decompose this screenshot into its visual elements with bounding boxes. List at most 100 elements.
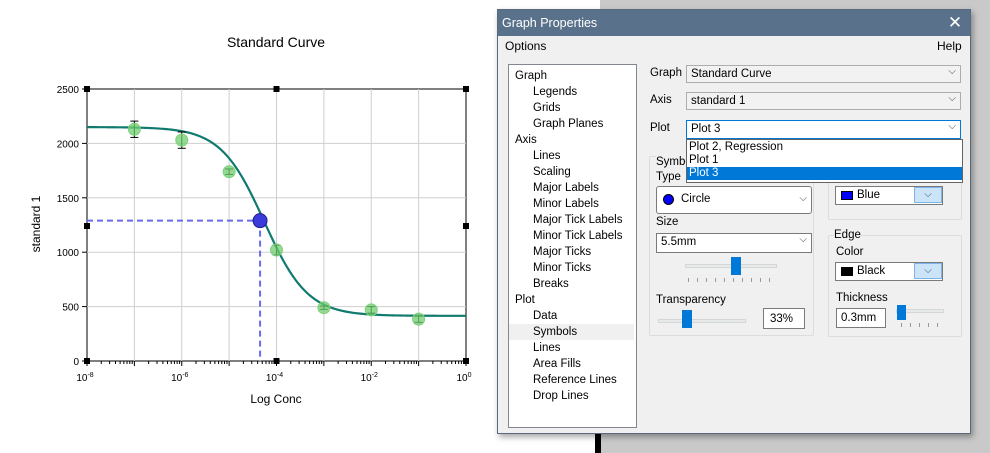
unknown-point xyxy=(252,213,268,229)
selection-handle xyxy=(84,223,90,229)
plot-option[interactable]: Plot 3 xyxy=(687,167,962,180)
data-point xyxy=(222,165,236,179)
tree-item-graph[interactable]: Graph xyxy=(515,68,547,84)
selection-handle xyxy=(273,86,280,92)
fill-color-select[interactable]: Blue ⌵ xyxy=(835,186,943,205)
tree-item-minor-ticks[interactable]: Minor Ticks xyxy=(533,260,591,276)
graph-select[interactable]: Standard Curve ⌵ xyxy=(686,65,961,83)
plot-label: Plot xyxy=(650,122,670,134)
data-point xyxy=(412,312,426,326)
x-tick-label: 10-4 xyxy=(266,372,283,384)
transparency-slider-track[interactable] xyxy=(658,319,746,323)
chevron-down-icon: ⌵ xyxy=(948,121,956,132)
chevron-down-icon: ⌵ xyxy=(948,93,956,104)
dialog-title: Graph Properties xyxy=(502,16,598,30)
x-tick-label: 10-2 xyxy=(361,372,378,384)
selection-handle xyxy=(84,358,90,364)
tree-item-major-labels[interactable]: Major Labels xyxy=(533,180,599,196)
type-label: Type xyxy=(656,171,681,183)
menu-options[interactable]: Options xyxy=(505,39,546,53)
tree-item-symbols[interactable]: Symbols xyxy=(509,324,634,340)
tree-item-minor-labels[interactable]: Minor Labels xyxy=(533,196,599,212)
plot-select[interactable]: Plot 3 ⌵ xyxy=(686,120,961,139)
edge-color-value: Black xyxy=(857,265,886,277)
thickness-value: 0.3mm xyxy=(841,312,877,324)
graph-label: Graph xyxy=(650,67,682,79)
plot-option[interactable]: Plot 2, Regression xyxy=(687,141,962,154)
tree-item-axis[interactable]: Axis xyxy=(515,132,537,148)
y-tick-label: 1500 xyxy=(57,194,80,205)
tree-item-area-fills[interactable]: Area Fills xyxy=(533,356,581,372)
chart-title: Standard Curve xyxy=(227,34,325,50)
size-slider-thumb[interactable] xyxy=(730,257,741,275)
tree-item-graph-planes[interactable]: Graph Planes xyxy=(533,116,603,132)
thickness-slider-thumb[interactable] xyxy=(897,305,906,320)
fill-color-value: Blue xyxy=(857,189,881,201)
transparency-input[interactable]: 33% xyxy=(763,308,805,329)
tree-item-lines[interactable]: Lines xyxy=(533,340,561,356)
graph-select-value: Standard Curve xyxy=(691,68,772,80)
y-tick-label: 1000 xyxy=(57,248,80,259)
y-tick-label: 2000 xyxy=(57,139,80,150)
tree-item-plot[interactable]: Plot xyxy=(515,292,535,308)
chevron-down-icon: ⌵ xyxy=(799,193,807,204)
tree-item-data[interactable]: Data xyxy=(533,308,557,324)
selection-handle xyxy=(463,223,469,229)
transparency-value: 33% xyxy=(770,313,794,325)
chevron-down-icon: ⌵ xyxy=(948,66,956,77)
size-label: Size xyxy=(656,216,679,228)
tree-item-drop-lines[interactable]: Drop Lines xyxy=(533,388,589,404)
axis-select-value: standard 1 xyxy=(691,95,746,107)
selection-handle xyxy=(463,86,469,92)
plot-layer: 0 500 1000 1500 2000 2500 10-8 10-6 10-4 10-2 100 xyxy=(57,85,472,384)
data-point xyxy=(317,301,331,315)
tree-item-lines[interactable]: Lines xyxy=(533,148,561,164)
symbol-type-select[interactable]: Circle ⌵ xyxy=(656,186,812,214)
x-tick-label: 100 xyxy=(456,372,471,384)
dialog-titlebar[interactable]: Graph Properties ✕ xyxy=(498,10,970,36)
close-button[interactable]: ✕ xyxy=(944,12,966,34)
size-slider-ticks xyxy=(688,278,778,282)
chevron-down-icon[interactable]: ⌵ xyxy=(914,187,942,203)
y-tick-label: 2500 xyxy=(57,85,80,96)
thickness-slider-ticks xyxy=(901,323,941,327)
edge-color-select[interactable]: Black ⌵ xyxy=(835,262,943,281)
tree-item-legends[interactable]: Legends xyxy=(533,84,577,100)
axis-label: Axis xyxy=(650,94,672,106)
edge-color-label: Color xyxy=(836,246,864,258)
tree-item-reference-lines[interactable]: Reference Lines xyxy=(533,372,617,388)
data-point xyxy=(270,243,283,257)
size-select[interactable]: 5.5mm ⌵ xyxy=(656,233,812,253)
tree-item-major-tick-labels[interactable]: Major Tick Labels xyxy=(533,212,622,228)
chevron-down-icon[interactable]: ⌵ xyxy=(914,263,942,279)
y-tick-label: 500 xyxy=(62,303,79,314)
x-tick-label: 10-6 xyxy=(171,372,188,384)
plot-select-value: Plot 3 xyxy=(691,123,721,135)
tree-item-minor-tick-labels[interactable]: Minor Tick Labels xyxy=(533,228,622,244)
y-axis-label: standard 1 xyxy=(29,195,43,252)
tree-item-breaks[interactable]: Breaks xyxy=(533,276,569,292)
menu-bar: Options Help xyxy=(498,36,970,56)
thickness-label: Thickness xyxy=(836,292,888,304)
plot-dropdown-list[interactable]: Plot 2, Regression Plot 1 Plot 3 xyxy=(686,139,963,183)
axis-select[interactable]: standard 1 ⌵ xyxy=(686,92,961,110)
symbol-type-value: Circle xyxy=(681,193,711,205)
data-point xyxy=(127,122,141,136)
menu-help[interactable]: Help xyxy=(937,39,962,53)
tree-item-major-ticks[interactable]: Major Ticks xyxy=(533,244,591,260)
edge-color-swatch xyxy=(841,267,853,276)
plot-option[interactable]: Plot 1 xyxy=(687,154,962,167)
edge-group-label: Edge xyxy=(834,229,861,241)
properties-tree[interactable]: Graph Legends Grids Graph Planes Axis Lines Sc… xyxy=(508,64,637,428)
thickness-input[interactable]: 0.3mm xyxy=(836,308,886,328)
fill-color-swatch xyxy=(841,191,853,200)
tree-item-grids[interactable]: Grids xyxy=(533,100,560,116)
transparency-label: Transparency xyxy=(656,294,726,306)
transparency-slider-thumb[interactable] xyxy=(682,310,693,328)
size-value: 5.5mm xyxy=(661,236,697,248)
chevron-down-icon: ⌵ xyxy=(799,234,807,245)
tree-item-scaling[interactable]: Scaling xyxy=(533,164,571,180)
data-point xyxy=(175,133,189,147)
graph-properties-dialog: Graph Properties ✕ Options Help Graph Leg… xyxy=(497,9,971,434)
selection-handle xyxy=(84,86,90,92)
